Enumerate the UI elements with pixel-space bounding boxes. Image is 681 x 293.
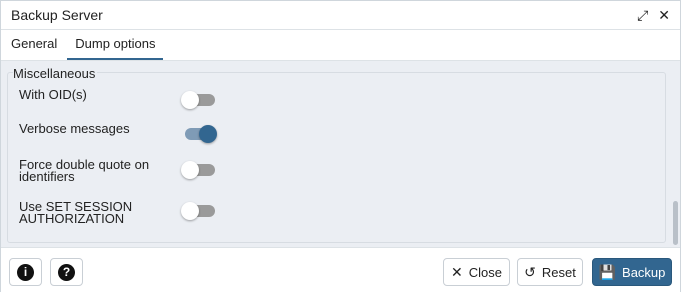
close-icon: ✕ — [451, 264, 463, 280]
toggle-knob — [181, 202, 199, 220]
panel-scrollbar[interactable] — [673, 201, 678, 245]
verbose-messages-toggle[interactable] — [181, 123, 217, 143]
dialog-footer: i ? ✕ Close ↺ Reset 💾 Backup — [1, 247, 680, 293]
dump-options-panel: Miscellaneous With OID(s) Verbose messag… — [1, 61, 680, 247]
close-icon[interactable]: ✕ — [658, 7, 670, 24]
toggle-knob — [181, 161, 199, 179]
tab-general[interactable]: General — [3, 30, 65, 60]
reset-icon: ↺ — [524, 264, 536, 280]
dialog-title: Backup Server — [11, 7, 103, 23]
option-label: With OID(s) — [19, 87, 87, 102]
set-session-authorization-toggle[interactable] — [181, 200, 215, 220]
tab-bar: General Dump options — [1, 30, 680, 61]
toggle-knob — [199, 125, 217, 143]
backup-server-dialog: Backup Server ⤢ ✕ General Dump options M… — [0, 0, 681, 293]
dialog-titlebar: Backup Server ⤢ ✕ — [1, 1, 680, 30]
reset-button-label: Reset — [541, 264, 576, 280]
backup-button-label: Backup — [622, 264, 666, 280]
close-button-label: Close — [468, 264, 502, 280]
force-double-quote-toggle[interactable] — [181, 159, 215, 179]
toggle-knob — [181, 91, 199, 109]
with-oids-toggle[interactable] — [181, 89, 215, 109]
help-icon: ? — [58, 263, 75, 281]
info-button[interactable]: i — [9, 258, 42, 286]
expand-icon[interactable]: ⤢ — [637, 7, 648, 24]
info-icon: i — [17, 263, 34, 281]
reset-button[interactable]: ↺ Reset — [517, 258, 583, 286]
option-label: Use SET SESSION AUTHORIZATION — [19, 199, 133, 226]
miscellaneous-legend: Miscellaneous — [13, 66, 98, 81]
option-label: Force double quote on identifiers — [19, 157, 150, 184]
help-button[interactable]: ? — [50, 258, 83, 286]
title-actions: ⤢ ✕ — [637, 7, 670, 24]
backup-button[interactable]: 💾 Backup — [592, 258, 672, 286]
close-button[interactable]: ✕ Close — [443, 258, 510, 286]
option-label: Verbose messages — [19, 121, 130, 136]
save-icon: 💾 — [598, 264, 617, 280]
tab-dump-options[interactable]: Dump options — [67, 30, 164, 60]
